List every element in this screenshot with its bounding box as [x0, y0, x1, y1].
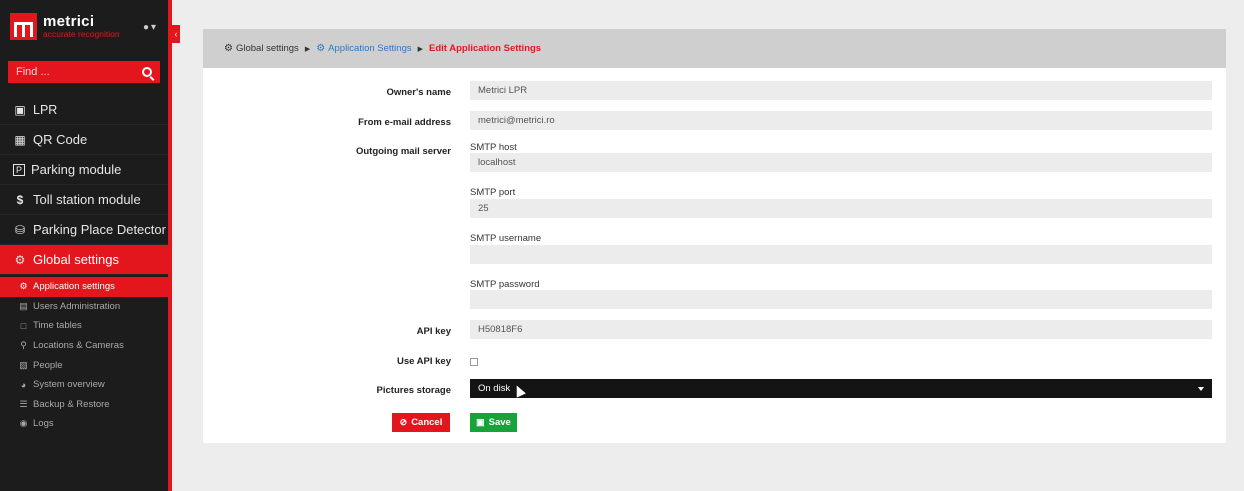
users-icon: ▤ [19, 300, 28, 311]
location-pin-icon: ⚲ [20, 340, 27, 351]
sub-item-system-overview[interactable]: ◕ System overview [0, 375, 168, 395]
eye-icon: ◉ [19, 418, 28, 429]
sub-item-locations-cameras[interactable]: ⚲ Locations & Cameras [0, 336, 168, 356]
brand-name: metrici [43, 12, 95, 30]
sub-item-people[interactable]: ▧ People [0, 355, 168, 375]
main-nav: ▣ LPR ▦ QR Code P Parking module $ Toll … [0, 95, 168, 275]
smtp-password-label: SMTP password [470, 279, 540, 290]
smtp-port-field[interactable]: 25 [470, 199, 1212, 218]
caret-right-icon: ▶ [304, 45, 311, 53]
nav-item-label: Toll station module [33, 192, 141, 207]
use-api-key-label: Use API key [396, 356, 451, 367]
api-key-field[interactable]: H50818F6 [470, 320, 1212, 339]
sub-item-label: System overview [33, 379, 105, 391]
pictures-storage-label: Pictures storage [376, 385, 451, 396]
sub-item-label: People [33, 359, 63, 371]
breadcrumb-application-settings[interactable]: Application Settings [328, 43, 411, 54]
settings-panel: ⚙ Global settings ▶ ⚙ Application Settin… [203, 29, 1226, 443]
gears-icon: ⚙ [14, 252, 26, 267]
brand[interactable]: metrici accurate recognition ● ▾ [0, 0, 168, 52]
search-input[interactable] [16, 66, 136, 78]
nav-item-global-settings[interactable]: ⚙ Global settings [0, 245, 168, 275]
search-icon[interactable] [142, 67, 152, 77]
from-email-field[interactable]: metrici@metrici.ro [470, 111, 1212, 130]
smtp-host-field[interactable]: localhost [470, 153, 1212, 172]
breadcrumb-root[interactable]: Global settings [236, 43, 299, 54]
nav-item-label: Parking Place Detector [33, 222, 166, 237]
chevron-left-icon: ‹ [174, 29, 178, 39]
sub-item-users-administration[interactable]: ▤ Users Administration [0, 297, 168, 317]
gears-icon: ⚙ [224, 43, 233, 54]
smtp-password-field[interactable] [470, 290, 1212, 309]
breadcrumb-current: Edit Application Settings [429, 43, 542, 54]
floppy-disk-icon: ▣ [476, 417, 485, 427]
sidebar: metrici accurate recognition ● ▾ ▣ LPR ▦… [0, 0, 172, 491]
nav-item-qr-code[interactable]: ▦ QR Code [0, 125, 168, 155]
sub-item-logs[interactable]: ◉ Logs [0, 414, 168, 434]
brand-tagline: accurate recognition [43, 28, 120, 39]
nav-item-label: Parking module [31, 162, 122, 177]
dollar-icon: $ [16, 192, 24, 207]
cancel-label: Cancel [411, 417, 443, 428]
sub-item-label: Logs [33, 418, 54, 430]
cancel-button[interactable]: ⊘ Cancel [392, 413, 450, 432]
from-email-label: From e-mail address [358, 117, 451, 128]
smtp-host-label: SMTP host [470, 142, 517, 153]
search-box [8, 61, 160, 83]
sub-item-backup-restore[interactable]: ☰ Backup & Restore [0, 395, 168, 415]
dashboard-icon: ◕ [20, 379, 27, 390]
caret-right-icon: ▶ [417, 45, 424, 53]
sub-nav: ⚙ Application settings ▤ Users Administr… [0, 275, 168, 434]
smtp-port-label: SMTP port [470, 187, 516, 198]
metrici-logo-icon [10, 12, 37, 40]
mail-server-label: Outgoing mail server [355, 146, 451, 157]
pictures-storage-select[interactable]: On disk [470, 379, 1212, 398]
sub-item-application-settings[interactable]: ⚙ Application settings [0, 277, 168, 297]
api-key-label: API key [416, 326, 451, 337]
owner-name-field[interactable]: Metrici LPR [470, 81, 1212, 100]
nav-item-parking-place-detector[interactable]: ⛁ Parking Place Detector [0, 215, 168, 245]
nav-item-lpr[interactable]: ▣ LPR [0, 95, 168, 125]
qrcode-icon: ▦ [14, 132, 26, 147]
calendar-icon: □ [20, 320, 27, 331]
id-card-icon: ▧ [19, 359, 28, 370]
parking-icon: P [13, 163, 25, 176]
nav-item-label: Global settings [33, 252, 119, 267]
pictures-storage-value: On disk [478, 383, 511, 394]
save-label: Save [488, 417, 511, 428]
smtp-username-field[interactable] [470, 245, 1212, 264]
nav-item-label: LPR [33, 102, 58, 117]
car-icon: ⛁ [14, 222, 26, 237]
nav-item-toll-station[interactable]: $ Toll station module [0, 185, 168, 215]
user-menu[interactable]: ● ▾ [143, 22, 156, 33]
sidebar-collapse-button[interactable]: ‹ [172, 25, 180, 43]
owner-name-label: Owner's name [386, 87, 451, 98]
save-button[interactable]: ▣ Save [470, 413, 517, 432]
sub-item-label: Locations & Cameras [33, 340, 124, 352]
database-icon: ☰ [19, 398, 28, 409]
chevron-down-icon: ▾ [151, 22, 157, 33]
nav-item-label: QR Code [33, 132, 88, 147]
use-api-key-checkbox[interactable] [470, 358, 478, 366]
chevron-down-icon [1198, 387, 1204, 391]
user-icon: ● [143, 22, 150, 33]
sub-item-label: Time tables [33, 320, 82, 332]
gear-icon: ⚙ [19, 281, 28, 292]
sub-item-label: Backup & Restore [33, 398, 110, 410]
sub-item-time-tables[interactable]: □ Time tables [0, 316, 168, 336]
smtp-username-label: SMTP username [470, 233, 542, 244]
ban-icon: ⊘ [399, 417, 408, 427]
sub-item-label: Application settings [33, 281, 115, 293]
camera-icon: ▣ [14, 102, 26, 117]
nav-item-parking-module[interactable]: P Parking module [0, 155, 168, 185]
sub-item-label: Users Administration [33, 300, 121, 312]
gear-icon: ⚙ [316, 43, 326, 54]
breadcrumb: ⚙ Global settings ▶ ⚙ Application Settin… [203, 29, 1226, 68]
